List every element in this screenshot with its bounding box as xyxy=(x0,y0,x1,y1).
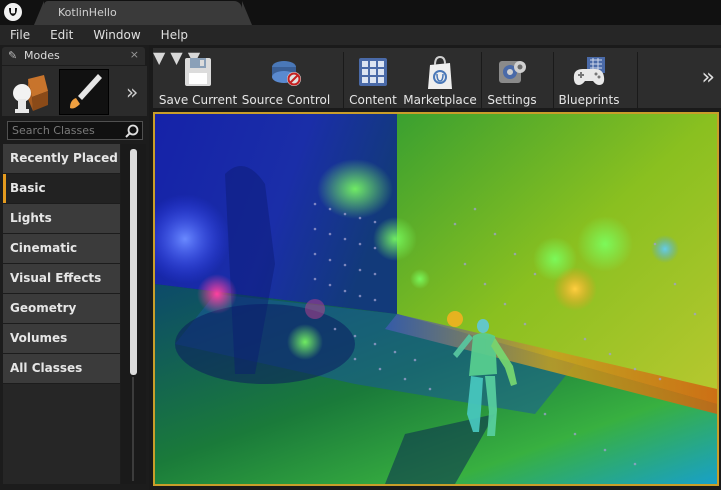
scrollbar-thumb[interactable] xyxy=(130,149,137,375)
search-icon[interactable] xyxy=(124,123,140,139)
category-visual-effects[interactable]: Visual Effects xyxy=(3,264,120,293)
search-classes-field[interactable] xyxy=(7,121,143,140)
category-recently-placed[interactable]: Recently Placed xyxy=(3,144,120,173)
toolbar-separator xyxy=(481,52,482,108)
category-label: Cinematic xyxy=(10,241,78,255)
source-control-label: Source Control xyxy=(241,93,331,107)
blueprints-controller-icon xyxy=(573,57,605,85)
category-label: All Classes xyxy=(10,361,83,375)
content-browser-icon xyxy=(359,58,387,86)
marketplace-button[interactable]: Marketplace xyxy=(403,53,477,108)
source-control-icon xyxy=(272,61,301,86)
save-current-label: Save Current xyxy=(158,93,238,107)
marketplace-bag-icon xyxy=(428,55,452,89)
menu-help[interactable]: Help xyxy=(151,25,198,45)
document-tab-label: KotlinHello xyxy=(58,6,117,19)
category-label: Geometry xyxy=(10,301,77,315)
chevron-double-right-icon[interactable]: » xyxy=(702,65,715,90)
category-label: Visual Effects xyxy=(10,271,102,285)
document-tab[interactable]: KotlinHello xyxy=(34,1,252,25)
save-icon xyxy=(185,58,211,86)
chevron-double-right-icon[interactable]: » xyxy=(126,80,138,104)
marketplace-label: Marketplace xyxy=(403,93,477,107)
mode-selector: » xyxy=(2,66,147,116)
category-all-classes[interactable]: All Classes xyxy=(3,354,120,383)
modes-tab-label: Modes xyxy=(24,49,60,62)
category-label: Volumes xyxy=(10,331,68,345)
place-mode-icon xyxy=(13,75,48,113)
category-label: Basic xyxy=(10,181,46,195)
level-viewport[interactable] xyxy=(153,112,719,486)
gear-icon xyxy=(499,61,526,83)
unreal-logo-icon[interactable] xyxy=(2,1,24,23)
content-label: Content xyxy=(349,93,397,107)
category-label: Recently Placed xyxy=(10,151,118,165)
close-icon[interactable]: × xyxy=(130,48,139,61)
modes-tab[interactable]: ✎ Modes × xyxy=(2,47,145,65)
place-mode-button[interactable] xyxy=(6,69,56,115)
content-button[interactable]: Content xyxy=(347,53,399,108)
category-volumes[interactable]: Volumes xyxy=(3,324,120,353)
category-basic[interactable]: Basic xyxy=(3,174,120,203)
modes-icon: ✎ xyxy=(8,49,18,62)
toolbar-separator xyxy=(637,52,638,108)
menu-bar: File Edit Window Help xyxy=(0,25,721,45)
toolbar-separator xyxy=(343,52,344,108)
category-list-empty-area xyxy=(3,384,120,484)
menu-window[interactable]: Window xyxy=(83,25,150,45)
paint-brush-icon xyxy=(70,74,102,109)
blueprints-label: Blueprints xyxy=(558,93,620,107)
viewport-scene[interactable] xyxy=(155,114,717,484)
menu-edit[interactable]: Edit xyxy=(40,25,83,45)
source-control-button[interactable]: Source Control xyxy=(241,53,331,108)
modes-panel: ✎ Modes × » Search Classes Recently Plac… xyxy=(0,45,149,490)
settings-button[interactable]: Settings xyxy=(485,53,539,108)
category-cinematic[interactable]: Cinematic xyxy=(3,234,120,263)
category-label: Lights xyxy=(10,211,52,225)
search-input[interactable] xyxy=(12,123,124,138)
menu-file[interactable]: File xyxy=(0,25,40,45)
category-lights[interactable]: Lights xyxy=(3,204,120,233)
toolbar-separator xyxy=(553,52,554,108)
blueprints-button[interactable]: Blueprints xyxy=(557,53,621,108)
scrollbar-track-line xyxy=(132,377,134,481)
settings-label: Settings xyxy=(487,93,537,107)
paint-mode-button[interactable] xyxy=(59,69,109,115)
category-geometry[interactable]: Geometry xyxy=(3,294,120,323)
editor-window: KotlinHello File Edit Window Help ✎ Mode… xyxy=(0,0,721,490)
save-current-button[interactable]: Save Current xyxy=(157,53,239,108)
main-toolbar: Save Current Source Control ▼ Content Ma… xyxy=(153,45,721,108)
title-bar: KotlinHello xyxy=(0,0,721,25)
